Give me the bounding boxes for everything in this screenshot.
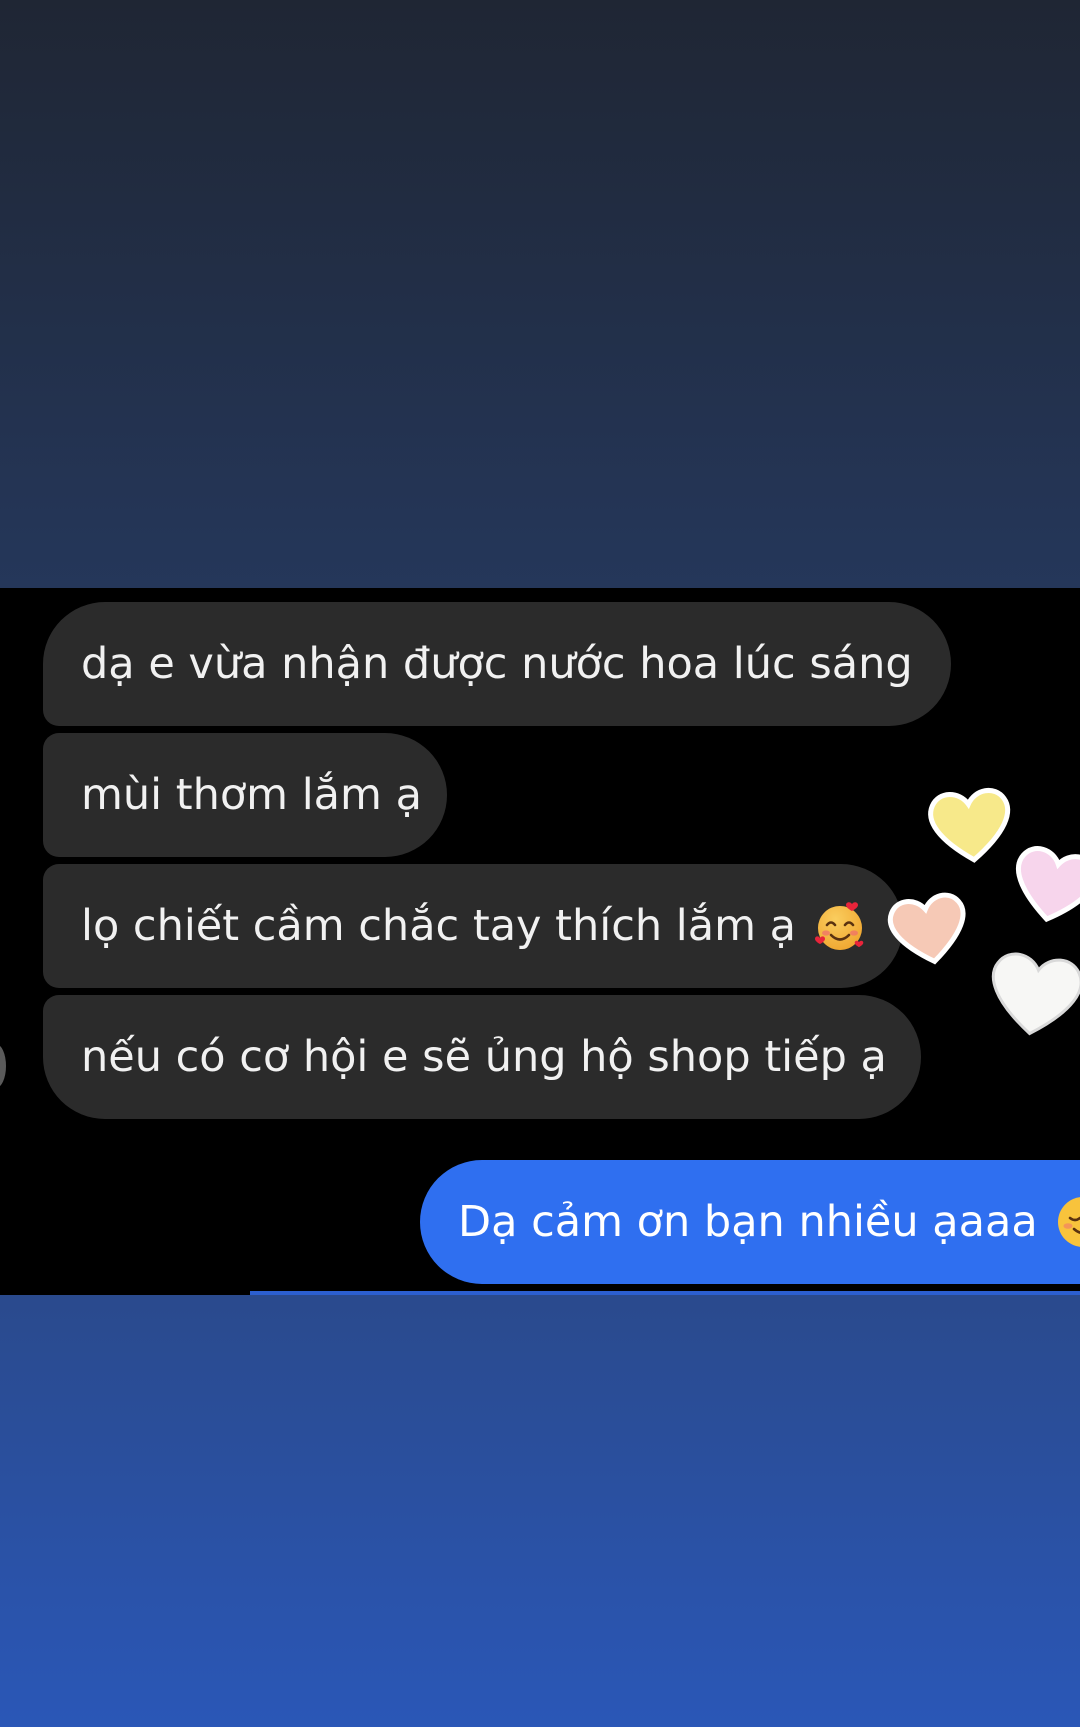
message-text: mùi thơm lắm ạ — [81, 770, 422, 820]
white-heart-icon — [991, 952, 1080, 1036]
message-bubble-outgoing: Dạ cảm ơn bạn nhiều ạaaa — [420, 1160, 1080, 1284]
smiling-face-with-hearts-icon — [812, 898, 868, 954]
pink-heart-icon — [1015, 846, 1080, 923]
yellow-heart-icon — [928, 788, 1011, 863]
sender-avatar — [0, 1044, 6, 1088]
message-text: lọ chiết cầm chắc tay thích lắm ạ — [81, 901, 797, 951]
chat-screenshot: dạ e vừa nhận được nước hoa lúc sáng mùi… — [0, 588, 1080, 1295]
message-bubble-incoming: lọ chiết cầm chắc tay thích lắm ạ — [43, 864, 903, 988]
message-text: Dạ cảm ơn bạn nhiều ạaaa — [458, 1197, 1038, 1247]
bottom-gradient-area — [0, 1295, 1080, 1727]
message-bubble-incoming: mùi thơm lắm ạ — [43, 733, 447, 857]
message-bubble-incoming: dạ e vừa nhận được nước hoa lúc sáng — [43, 602, 951, 726]
message-text: dạ e vừa nhận được nước hoa lúc sáng — [81, 639, 913, 689]
smiling-face-icon — [1054, 1193, 1080, 1251]
message-text: nếu có cơ hội e sẽ ủng hộ shop tiếp ạ — [81, 1032, 887, 1082]
top-gradient-area — [0, 0, 1080, 588]
message-bubble-incoming: nếu có cơ hội e sẽ ủng hộ shop tiếp ạ — [43, 995, 921, 1119]
